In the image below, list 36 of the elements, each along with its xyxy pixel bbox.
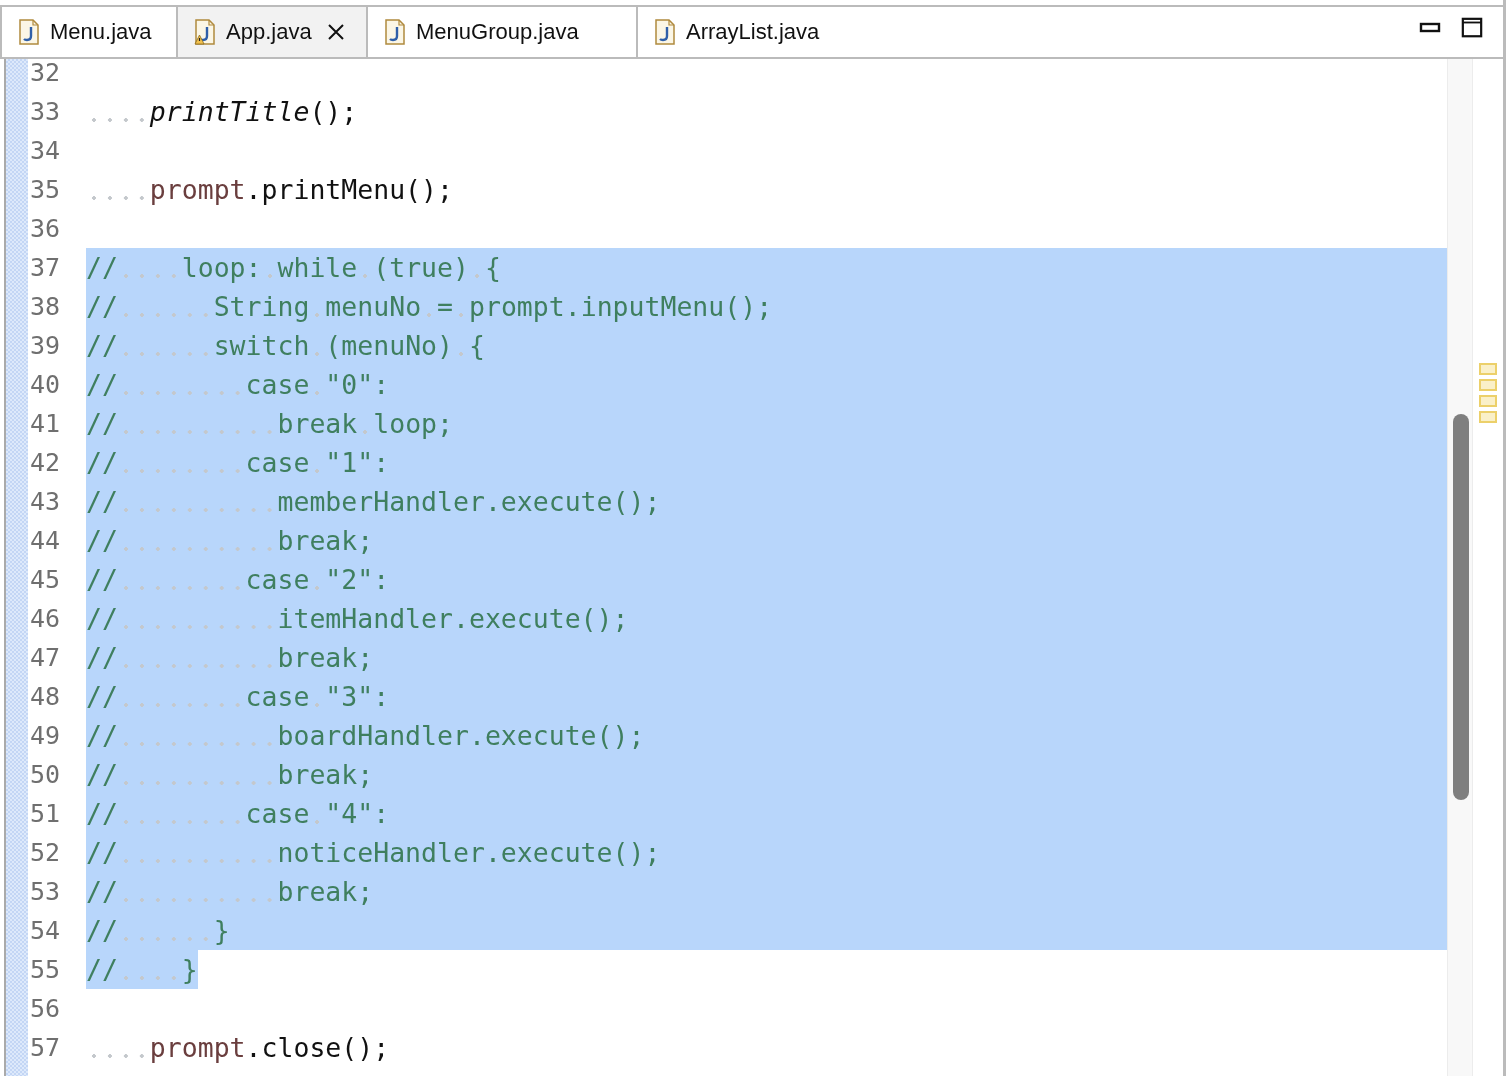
line-number: 51 xyxy=(29,799,62,828)
line-number: 47 xyxy=(29,643,62,672)
line-number: 41 xyxy=(29,409,62,438)
close-icon[interactable] xyxy=(325,22,346,42)
line-number: 35 xyxy=(29,175,62,204)
line-number: 44 xyxy=(29,526,62,555)
line-number: 52 xyxy=(29,838,62,867)
line-number: 42 xyxy=(29,448,62,477)
line-number: 36 xyxy=(29,214,62,243)
overview-markers-drawing xyxy=(1479,363,1499,425)
code-line: printTitle(); xyxy=(86,92,358,131)
line-number: 34 xyxy=(29,136,62,165)
vertical-scrollbar[interactable] xyxy=(1447,59,1473,1076)
line-number: 33 xyxy=(29,97,62,126)
line-number: 37 xyxy=(29,253,62,282)
line-number: 38 xyxy=(29,292,62,321)
code-line: prompt.printMenu(); xyxy=(86,170,453,209)
line-number: 39 xyxy=(29,331,62,360)
line-number: 32 xyxy=(29,59,62,87)
line-number: 49 xyxy=(29,721,62,750)
line-number: 50 xyxy=(29,760,62,789)
line-number: 40 xyxy=(29,370,62,399)
maximize-icon[interactable] xyxy=(1461,17,1483,39)
code-line: prompt.close(); xyxy=(86,1028,390,1067)
line-number: 54 xyxy=(29,916,62,945)
scrollbar-thumb[interactable] xyxy=(1453,414,1469,800)
line-number: 45 xyxy=(29,565,62,594)
editor-tab[interactable]: Menu.java xyxy=(0,7,178,57)
editor-tab[interactable]: App.java xyxy=(178,7,368,57)
line-number: 57 xyxy=(29,1033,62,1062)
line-number: 46 xyxy=(29,604,62,633)
line-number: 48 xyxy=(29,682,62,711)
line-number: 55 xyxy=(29,955,62,984)
line-number: 43 xyxy=(29,487,62,516)
line-number: 53 xyxy=(29,877,62,906)
line-number: 56 xyxy=(29,994,62,1023)
